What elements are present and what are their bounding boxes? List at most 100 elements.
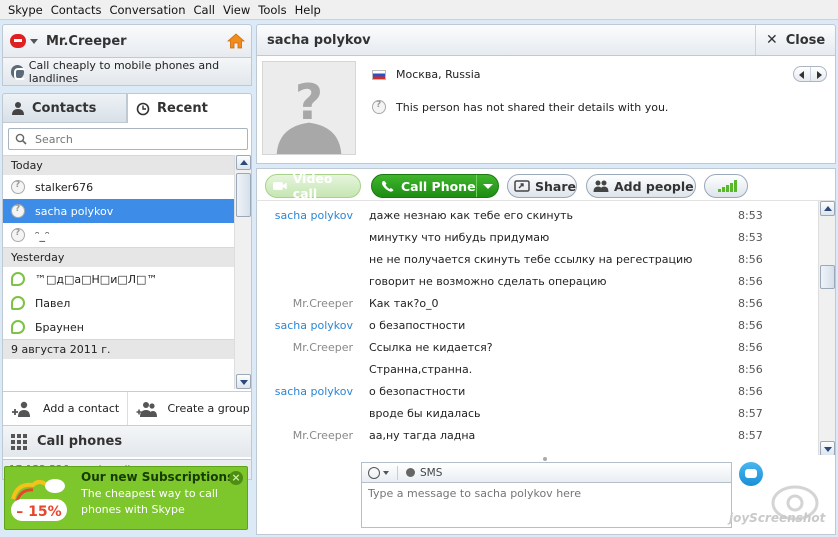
message-row[interactable]: Странна,странна. 8:56 [257, 358, 817, 380]
promo-banner[interactable]: – 15% Our new Subscriptions - The cheape… [4, 466, 248, 530]
resize-grip[interactable] [543, 457, 547, 461]
message-time: 8:56 [738, 252, 763, 266]
menu-item-help[interactable]: Help [291, 3, 325, 17]
close-icon[interactable]: × [229, 471, 243, 485]
menu-item-contacts[interactable]: Contacts [47, 3, 106, 17]
message-row[interactable]: говорит не возможно сделать операцию 8:56 [257, 270, 817, 292]
avatar[interactable]: ? [262, 61, 356, 155]
message-row[interactable]: sacha polykov даже незнаю как тебе его ск… [257, 204, 817, 226]
share-label: Share [535, 178, 576, 194]
menu-item-conversation[interactable]: Conversation [105, 3, 189, 17]
watermark-text: joyScreenshot [729, 511, 826, 525]
contact-name: ᵔ_ᵔ [35, 228, 50, 242]
contact-profile: ? Москва, Russia This person has not sha… [256, 56, 836, 164]
chevron-left-icon[interactable] [794, 67, 810, 81]
search-box[interactable] [8, 128, 248, 150]
unknown-status-icon [11, 228, 25, 242]
add-contact-button[interactable]: Add a contact [3, 392, 127, 425]
message-sender: sacha polykov [274, 318, 353, 332]
conversation-header: sacha polykov ✕ Close [256, 24, 836, 56]
close-label: Close [785, 32, 826, 48]
message-text: Странна,странна. [369, 362, 473, 376]
status-dnd-icon[interactable] [10, 34, 26, 48]
contact-location: Москва, Russia [372, 68, 481, 81]
message-row[interactable]: Mr.Creeper Ссылка не кидается? 8:56 [257, 336, 817, 358]
message-text: не не получается скинуть тебе ссылку на … [369, 252, 693, 266]
group-header: Yesterday [3, 247, 235, 267]
scroll-thumb[interactable] [820, 265, 835, 289]
scroll-down-button[interactable] [820, 441, 835, 455]
message-row[interactable]: не не получается скинуть тебе ссылку на … [257, 248, 817, 270]
menu-item-call[interactable]: Call [190, 3, 219, 17]
menu-item-view[interactable]: View [219, 3, 254, 17]
create-group-button[interactable]: Create a group [126, 392, 252, 425]
message-row[interactable]: sacha polykov о безапостности 8:56 [257, 314, 817, 336]
list-item[interactable]: ™□д□а□Н□и□Л□™ [3, 267, 235, 291]
message-row[interactable]: минутку что нибудь придумаю 8:53 [257, 226, 817, 248]
list-item[interactable]: stalker676 [3, 175, 235, 199]
dialpad-icon [11, 433, 27, 450]
menu-bar: Skype Contacts Conversation Call View Tools He… [0, 0, 838, 20]
chevron-down-icon[interactable] [30, 38, 38, 44]
close-conversation-button[interactable]: ✕ Close [755, 25, 835, 55]
scroll-down-button[interactable] [236, 374, 251, 389]
sms-toggle[interactable]: SMS [420, 467, 442, 479]
call-quality-button[interactable] [704, 174, 748, 198]
divider [397, 465, 398, 480]
add-people-label: Add people [614, 178, 694, 194]
message-text: говорит не возможно сделать операцию [369, 274, 607, 288]
message-time: 8:56 [738, 362, 763, 376]
tab-contacts[interactable]: Contacts [2, 93, 127, 123]
call-phones-button[interactable]: Call phones [3, 425, 251, 457]
call-cheaply-link[interactable]: Call cheaply to mobile phones and landli… [2, 58, 252, 86]
call-phones-label: Call phones [37, 434, 123, 449]
search-input[interactable] [35, 132, 235, 146]
message-text: вроде бы кидалась [369, 406, 481, 420]
add-people-button[interactable]: Add people [586, 174, 696, 198]
scroll-up-button[interactable] [236, 155, 251, 170]
profile-bar[interactable]: Mr.Creeper [2, 24, 252, 58]
tab-recent-label: Recent [157, 101, 208, 116]
menu-item-tools[interactable]: Tools [254, 3, 290, 17]
chat-scrollbar[interactable] [818, 201, 835, 455]
message-text: Как так?о_0 [369, 296, 439, 310]
video-call-label: Video call [292, 171, 333, 201]
emoticon-icon[interactable] [368, 466, 380, 479]
message-row[interactable]: Mr.Creeper аа,ну тагда ладна 8:57 [257, 424, 817, 446]
message-sender: sacha polykov [274, 208, 353, 222]
video-call-button[interactable]: Video call [265, 171, 361, 201]
list-item[interactable]: sacha polykov [3, 199, 235, 223]
tab-contacts-label: Contacts [32, 100, 97, 116]
share-button[interactable]: Share [507, 174, 577, 198]
menu-item-skype[interactable]: Skype [4, 3, 47, 17]
recent-list: Today stalker676 sacha polykov ᵔ_ᵔ Yesterday… [3, 155, 235, 389]
message-row[interactable]: sacha polykov о безопастности 8:56 [257, 380, 817, 402]
chevron-down-icon[interactable] [383, 470, 389, 475]
profile-name[interactable]: Mr.Creeper [46, 34, 127, 49]
list-item[interactable]: ᵔ_ᵔ [3, 223, 235, 247]
call-phone-button[interactable]: Call Phone [371, 174, 499, 198]
profile-nav [793, 66, 827, 82]
person-icon [12, 102, 24, 115]
recent-scrollbar[interactable] [234, 155, 251, 389]
home-icon[interactable] [227, 32, 245, 50]
message-input[interactable] [361, 482, 732, 528]
scroll-up-button[interactable] [820, 201, 835, 216]
create-group-icon [136, 401, 157, 417]
contact-details: This person has not shared their details… [372, 100, 668, 114]
scroll-thumb[interactable] [236, 173, 251, 217]
location-text: Москва, Russia [396, 68, 481, 81]
message-row[interactable]: Mr.Creeper Как так?о_0 8:56 [257, 292, 817, 314]
contact-tabs: Contacts Recent [2, 93, 252, 123]
chevron-right-icon[interactable] [809, 67, 827, 81]
message-time: 8:57 [738, 428, 763, 442]
list-item[interactable]: Павел [3, 291, 235, 315]
message-text: Ссылка не кидается? [369, 340, 493, 354]
unknown-status-icon [372, 100, 386, 114]
tab-recent[interactable]: Recent [127, 93, 252, 123]
message-row[interactable]: вроде бы кидалась 8:57 [257, 402, 817, 424]
add-contact-icon [12, 401, 30, 417]
chevron-down-icon[interactable] [476, 175, 498, 197]
video-camera-icon [272, 182, 287, 190]
list-item[interactable]: Браунен [3, 315, 235, 339]
